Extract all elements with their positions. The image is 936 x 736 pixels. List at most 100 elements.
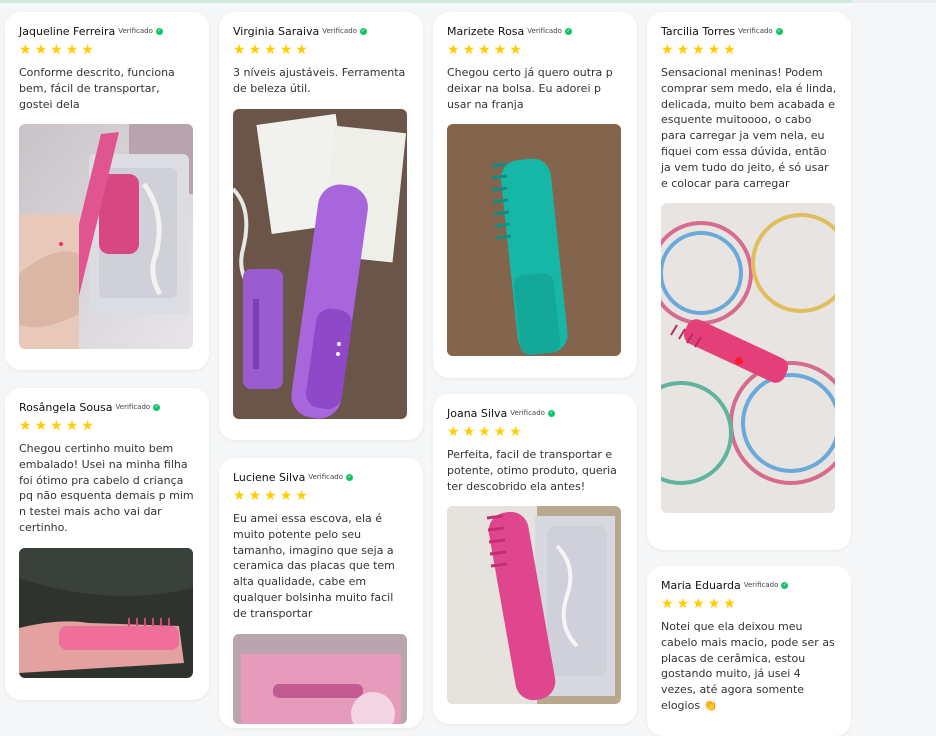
verified-label: Verificado bbox=[527, 27, 562, 35]
verified-label: Verificado bbox=[743, 581, 779, 589]
star-icon: ★ bbox=[81, 42, 94, 58]
review-card: Maria Eduarda Verificado ✓ ★ ★ ★ ★ ★ Notei q… bbox=[647, 566, 851, 736]
verified-label: Verificado bbox=[115, 403, 151, 411]
star-rating: ★ ★ ★ ★ ★ bbox=[19, 43, 195, 57]
review-photo[interactable] bbox=[447, 506, 621, 705]
verified-label: Verificado bbox=[510, 409, 545, 417]
review-header: Virginia Saraiva Verificado ✓ bbox=[233, 22, 409, 40]
review-photo[interactable] bbox=[447, 124, 621, 357]
star-icon: ★ bbox=[462, 424, 476, 440]
review-text: 3 níveis ajustáveis. Ferramenta de belez… bbox=[233, 66, 406, 95]
star-icon: ★ bbox=[34, 418, 48, 434]
star-icon: ★ bbox=[65, 418, 79, 434]
review-header: Rosângela Sousa Verificado ✓ bbox=[19, 398, 195, 416]
star-icon: ★ bbox=[65, 42, 79, 58]
star-icon: ★ bbox=[295, 488, 308, 504]
verified-label: Verificado bbox=[118, 27, 153, 35]
review-photo[interactable] bbox=[233, 633, 407, 724]
review-text: Chegou certinho muito bem embalado! Usei… bbox=[19, 442, 194, 534]
reviewer-name: Maria Eduarda bbox=[661, 578, 741, 592]
verified-check-icon: ✓ bbox=[564, 27, 572, 35]
reviewer-name: Virginia Saraiva bbox=[233, 24, 320, 38]
reviewer-name: Luciene Silva bbox=[233, 470, 306, 484]
star-rating: ★ ★ ★ ★ ★ bbox=[661, 597, 837, 611]
star-icon: ★ bbox=[50, 418, 63, 434]
star-icon: ★ bbox=[676, 42, 690, 58]
star-icon: ★ bbox=[478, 42, 491, 58]
review-card: Luciene Silva Verificado ✓ ★ ★ ★ ★ ★ Eu amei… bbox=[219, 458, 423, 728]
star-icon: ★ bbox=[279, 42, 293, 58]
verified-label: Verificado bbox=[322, 27, 357, 35]
verified-check-icon: ✓ bbox=[155, 27, 163, 35]
review-card: Rosângela Sousa Verificado ✓ ★ ★ ★ ★ ★ Chego… bbox=[5, 388, 209, 700]
review-header: Marizete Rosa Verificado ✓ bbox=[447, 22, 623, 40]
star-icon: ★ bbox=[233, 42, 246, 58]
star-icon: ★ bbox=[447, 424, 460, 440]
review-card: Tarcilia Torres Verificado ✓ ★ ★ ★ ★ ★ Sensa… bbox=[647, 12, 851, 550]
star-rating: ★ ★ ★ ★ ★ bbox=[233, 43, 409, 57]
star-icon: ★ bbox=[462, 42, 476, 58]
star-icon: ★ bbox=[493, 424, 507, 440]
star-rating: ★ ★ ★ ★ ★ bbox=[447, 425, 623, 439]
star-icon: ★ bbox=[34, 42, 48, 58]
review-text: Conforme descrito, funciona bem, fácil d… bbox=[19, 66, 175, 111]
star-icon: ★ bbox=[676, 596, 690, 612]
reviewer-name: Jaqueline Ferreira bbox=[19, 24, 116, 38]
star-icon: ★ bbox=[248, 42, 262, 58]
star-icon: ★ bbox=[692, 42, 705, 58]
review-photo[interactable] bbox=[19, 547, 193, 678]
review-header: Maria Eduarda Verificado ✓ bbox=[661, 576, 837, 594]
verified-label: Verificado bbox=[738, 27, 773, 35]
review-header: Luciene Silva Verificado ✓ bbox=[233, 468, 409, 486]
reviewer-name: Rosângela Sousa bbox=[19, 400, 113, 414]
star-icon: ★ bbox=[723, 42, 736, 58]
star-icon: ★ bbox=[248, 488, 262, 504]
star-icon: ★ bbox=[692, 596, 705, 612]
review-text: Eu amei essa escova, ela é muito potente… bbox=[233, 512, 395, 620]
review-text: Notei que ela deixou meu cabelo mais mac… bbox=[661, 620, 835, 712]
star-icon: ★ bbox=[19, 418, 32, 434]
review-header: Jaqueline Ferreira Verificado ✓ bbox=[19, 22, 195, 40]
star-icon: ★ bbox=[81, 418, 94, 434]
star-icon: ★ bbox=[707, 596, 721, 612]
verified-check-icon: ✓ bbox=[775, 27, 783, 35]
review-header: Tarcilia Torres Verificado ✓ bbox=[661, 22, 837, 40]
top-divider bbox=[0, 0, 936, 3]
star-rating: ★ ★ ★ ★ ★ bbox=[447, 43, 623, 57]
review-photo[interactable] bbox=[19, 124, 193, 350]
star-icon: ★ bbox=[493, 42, 507, 58]
verified-check-icon: ✓ bbox=[781, 581, 789, 589]
reviewer-name: Marizete Rosa bbox=[447, 24, 525, 38]
review-card: Virginia Saraiva Verificado ✓ ★ ★ ★ ★ ★ 3 ní… bbox=[219, 12, 423, 440]
review-text: Chegou certo já quero outra p deixar na … bbox=[447, 66, 613, 111]
star-rating: ★ ★ ★ ★ ★ bbox=[233, 489, 409, 503]
star-icon: ★ bbox=[707, 42, 721, 58]
star-icon: ★ bbox=[447, 42, 460, 58]
review-header: Joana Silva Verificado ✓ bbox=[447, 404, 623, 422]
review-card: Joana Silva Verificado ✓ ★ ★ ★ ★ ★ Perfeita,… bbox=[433, 394, 637, 724]
review-text: Perfeita, facil de transportar e potente… bbox=[447, 448, 617, 493]
star-icon: ★ bbox=[233, 488, 246, 504]
review-photo[interactable] bbox=[661, 203, 835, 514]
reviewer-name: Joana Silva bbox=[447, 406, 508, 420]
star-icon: ★ bbox=[509, 42, 522, 58]
star-icon: ★ bbox=[264, 42, 277, 58]
review-card: Jaqueline Ferreira Verificado ✓ ★ ★ ★ ★ ★ Co… bbox=[5, 12, 209, 370]
star-icon: ★ bbox=[50, 42, 63, 58]
review-card: Marizete Rosa Verificado ✓ ★ ★ ★ ★ ★ Chegou … bbox=[433, 12, 637, 378]
review-text: Sensacional meninas! Podem comprar sem m… bbox=[661, 66, 837, 190]
top-divider-right bbox=[852, 0, 936, 3]
star-rating: ★ ★ ★ ★ ★ bbox=[19, 419, 195, 433]
star-icon: ★ bbox=[19, 42, 32, 58]
star-rating: ★ ★ ★ ★ ★ bbox=[661, 43, 837, 57]
verified-check-icon: ✓ bbox=[153, 403, 161, 411]
star-icon: ★ bbox=[478, 424, 491, 440]
verified-label: Verificado bbox=[308, 473, 344, 481]
reviewer-name: Tarcilia Torres bbox=[661, 24, 736, 38]
review-photo[interactable] bbox=[233, 108, 407, 419]
star-icon: ★ bbox=[295, 42, 308, 58]
star-icon: ★ bbox=[509, 424, 522, 440]
star-icon: ★ bbox=[264, 488, 277, 504]
star-icon: ★ bbox=[661, 596, 674, 612]
star-icon: ★ bbox=[661, 42, 674, 58]
